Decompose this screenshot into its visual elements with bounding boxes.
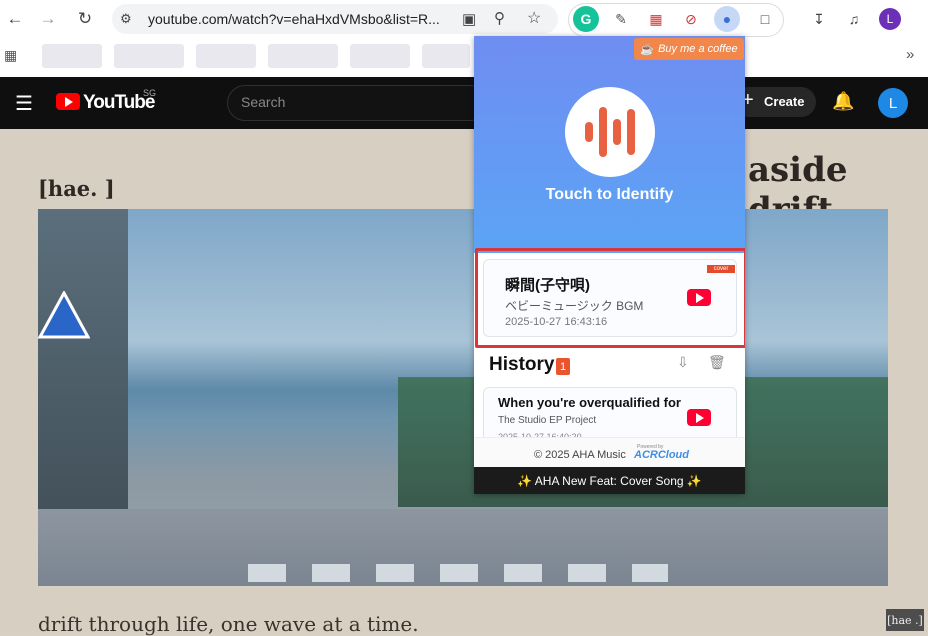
extension-icon[interactable]: ▦ (643, 6, 669, 32)
install-icon[interactable]: ▣ (462, 10, 476, 28)
video-corner-tag: [hae .] (886, 609, 924, 631)
video-caption: drift through life, one wave at a time. (38, 612, 419, 636)
region-label: SG (143, 88, 157, 98)
coffee-icon: ☕ (640, 43, 655, 56)
video-crosswalk (248, 564, 668, 582)
media-icon[interactable]: ♫ (841, 6, 867, 32)
star-icon[interactable]: ☆ (527, 8, 541, 28)
song-title: 瞬間(子守唄) (505, 277, 590, 294)
grammarly-icon[interactable]: G (573, 6, 599, 32)
youtube-play-icon[interactable] (687, 289, 711, 306)
aha-music-popup: ☕ Buy me a coffee Touch to Identify cove… (474, 36, 745, 494)
url-text[interactable]: youtube.com/watch?v=ehaHxdVMsbo&list=R..… (148, 11, 440, 27)
history-title: History (489, 354, 555, 375)
zoom-icon[interactable]: ⚲ (494, 9, 505, 27)
bookmark-item[interactable] (350, 44, 410, 68)
bookmark-item[interactable] (268, 44, 338, 68)
warning-sign-icon (37, 289, 91, 341)
bookmark-item[interactable] (42, 44, 102, 68)
song-artist: ベビーミュージック BGM (505, 299, 644, 313)
cover-song-badge: cover song (707, 265, 735, 280)
video-player[interactable] (37, 209, 888, 586)
sound-wave-icon (627, 109, 635, 155)
create-label: Create (764, 94, 805, 109)
menu-icon[interactable]: ☰ (15, 91, 33, 116)
search-placeholder: Search (241, 94, 286, 110)
bookmark-item[interactable] (114, 44, 184, 68)
youtube-logo-icon[interactable] (56, 93, 80, 110)
new-feature-banner[interactable]: ✨ AHA New Feat: Cover Song ✨ (474, 467, 745, 494)
back-icon[interactable]: ← (0, 4, 30, 34)
history-count-badge: 1 (556, 358, 570, 375)
site-settings-icon[interactable]: ⚙ (120, 11, 132, 27)
history-item-title: When you're overqualified for th (498, 395, 684, 410)
extension-icon[interactable]: ⊘ (678, 6, 704, 32)
youtube-avatar[interactable]: L (878, 88, 908, 118)
chevron-right-icon[interactable]: » (906, 46, 914, 63)
song-timestamp: 2025-10-27 16:43:16 (505, 316, 608, 328)
sound-wave-icon (585, 122, 593, 142)
video-left-tag: [hae. ] (38, 176, 115, 201)
cloud-download-icon[interactable]: ⇩ (677, 354, 689, 371)
bell-icon[interactable]: 🔔 (832, 91, 854, 112)
apps-icon[interactable]: ▦ (4, 47, 17, 64)
extension-icon[interactable]: ✎ (608, 6, 634, 32)
aha-music-icon[interactable]: ● (714, 6, 740, 32)
identify-button[interactable] (565, 87, 655, 177)
puzzle-icon[interactable]: □ (752, 6, 778, 32)
bookmark-item[interactable] (422, 44, 470, 68)
forward-icon[interactable]: → (33, 4, 63, 34)
buy-coffee-button[interactable]: ☕ Buy me a coffee (634, 38, 744, 60)
acrcloud-logo[interactable]: ACRCloud (634, 449, 689, 461)
copyright-text: © 2025 AHA Music (534, 449, 626, 461)
trash-icon[interactable]: 🗑 (708, 354, 726, 371)
download-icon[interactable]: ↧ (806, 6, 832, 32)
history-item-artist: The Studio EP Project (498, 415, 597, 426)
buy-coffee-label: Buy me a coffee (658, 43, 738, 55)
profile-avatar[interactable]: L (879, 8, 901, 30)
sound-wave-icon (599, 107, 607, 157)
identify-label[interactable]: Touch to Identify (474, 186, 745, 204)
reload-icon[interactable]: ↻ (70, 4, 100, 34)
sound-wave-icon (613, 119, 621, 145)
youtube-play-icon[interactable] (687, 409, 711, 426)
bookmark-item[interactable] (196, 44, 256, 68)
